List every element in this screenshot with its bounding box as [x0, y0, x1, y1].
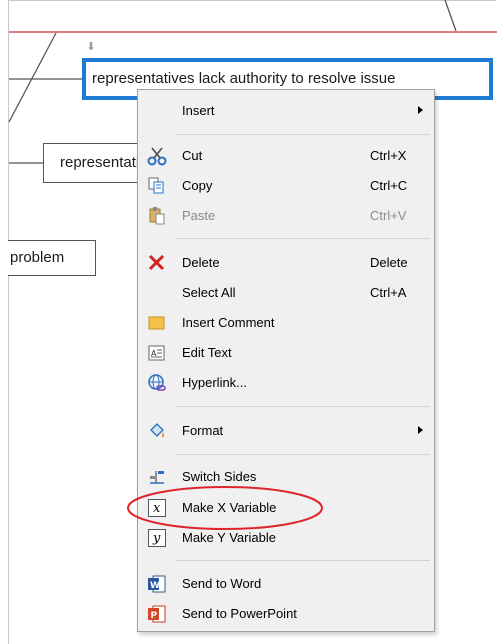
menu-shortcut: Ctrl+A — [370, 285, 407, 300]
menu-label: Insert — [182, 103, 215, 118]
menu-label: Hyperlink... — [182, 375, 248, 390]
submenu-arrow-icon — [418, 106, 423, 114]
svg-text:y: y — [152, 531, 161, 546]
scissors-icon — [147, 146, 167, 166]
menu-separator — [176, 134, 430, 135]
menu-label: Make Y Variable — [182, 530, 276, 545]
switch-sides-icon — [147, 467, 167, 487]
menu-item-edit-text[interactable]: A Edit Text — [140, 338, 432, 368]
menu-label: Format — [182, 423, 224, 438]
menu-shortcut: Delete — [370, 255, 408, 270]
drag-handle-icon[interactable]: ⬇ — [86, 40, 96, 54]
menu-label: Delete — [182, 255, 220, 270]
menu-label: Select All — [182, 285, 236, 300]
comment-icon — [147, 313, 167, 333]
menu-label: Send to Word — [182, 576, 262, 591]
copy-icon — [147, 176, 167, 196]
node-problem[interactable]: problem — [8, 240, 96, 276]
svg-text:W: W — [150, 581, 160, 591]
menu-item-send-to-word[interactable]: W Send to Word — [140, 569, 432, 599]
menu-shortcut: Ctrl+X — [370, 148, 407, 163]
menu-item-send-to-powerpoint[interactable]: P Send to PowerPoint — [140, 599, 432, 629]
svg-text:P: P — [151, 611, 158, 621]
menu-item-insert[interactable]: Insert — [140, 96, 432, 126]
selected-node-text: representatives lack authority to resolv… — [92, 70, 396, 87]
submenu-arrow-icon — [418, 426, 423, 434]
delete-x-icon — [147, 253, 167, 273]
paint-bucket-icon — [147, 421, 167, 441]
menu-label: Edit Text — [182, 345, 232, 360]
paste-icon — [147, 206, 167, 226]
menu-item-hyperlink[interactable]: Hyperlink... — [140, 368, 432, 398]
menu-item-paste[interactable]: Paste Ctrl+V — [140, 201, 432, 231]
menu-separator — [176, 560, 430, 561]
menu-item-insert-comment[interactable]: Insert Comment — [140, 308, 432, 338]
context-menu: Insert Cut Ctrl+X Copy Ctrl+C Paste Ctrl… — [137, 89, 435, 632]
y-variable-icon: y — [147, 528, 167, 548]
menu-item-make-x-variable[interactable]: x Make X Variable — [140, 493, 432, 523]
menu-label: Cut — [182, 148, 203, 163]
menu-label: Send to PowerPoint — [182, 606, 297, 621]
menu-label: Paste — [182, 208, 216, 223]
hyperlink-globe-icon — [147, 373, 167, 393]
node-text: problem — [10, 249, 65, 266]
powerpoint-icon: P — [147, 604, 167, 624]
menu-separator — [176, 454, 430, 455]
menu-label: Insert Comment — [182, 315, 275, 330]
menu-item-delete[interactable]: Delete Delete — [140, 248, 432, 278]
menu-shortcut: Ctrl+V — [370, 208, 407, 223]
menu-shortcut: Ctrl+C — [370, 178, 408, 193]
edit-text-icon: A — [147, 343, 167, 363]
menu-item-make-y-variable[interactable]: y Make Y Variable — [140, 523, 432, 553]
menu-label: Switch Sides — [182, 469, 257, 484]
menu-separator — [176, 238, 430, 239]
menu-item-select-all[interactable]: Select All Ctrl+A — [140, 278, 432, 308]
x-variable-icon: x — [147, 498, 167, 518]
svg-text:x: x — [153, 501, 161, 516]
menu-item-cut[interactable]: Cut Ctrl+X — [140, 141, 432, 171]
menu-label: Make X Variable — [182, 500, 277, 515]
menu-label: Copy — [182, 178, 213, 193]
menu-item-switch-sides[interactable]: Switch Sides — [140, 462, 432, 492]
menu-separator — [176, 406, 430, 407]
menu-item-copy[interactable]: Copy Ctrl+C — [140, 171, 432, 201]
word-icon: W — [147, 574, 167, 594]
menu-item-format[interactable]: Format — [140, 416, 432, 446]
